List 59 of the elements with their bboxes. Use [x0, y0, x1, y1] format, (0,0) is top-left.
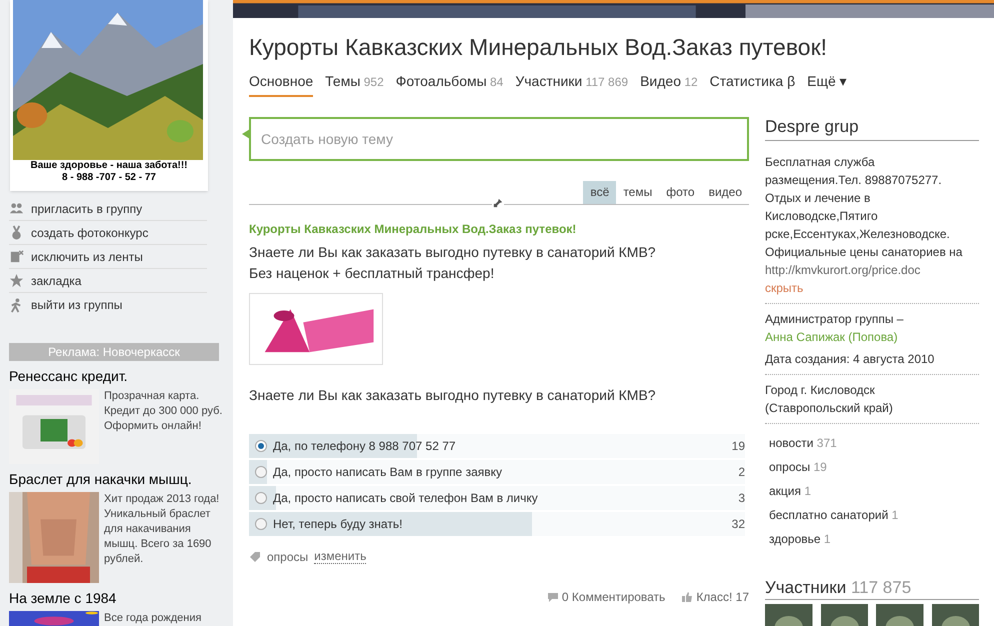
- topic-link[interactable]: акция 1: [769, 479, 979, 503]
- ad-title[interactable]: Ренессанс кредит.: [9, 368, 224, 384]
- ad-header: Реклама: Новочеркасск: [9, 343, 219, 361]
- group-action-link[interactable]: пригласить в группу: [9, 197, 207, 221]
- photo-phone: 8 - 988 -707 - 52 - 77: [61, 172, 157, 185]
- vote-count: 3: [738, 490, 745, 507]
- group-action-link[interactable]: исключить из ленты: [9, 245, 207, 269]
- ad-text: Все года рождения: [104, 611, 202, 626]
- group-action-link[interactable]: выйти из группы: [9, 293, 207, 317]
- ad-text: Прозрачная карта. Кредит до 300 000 руб. Оформить онлайн!: [104, 389, 224, 434]
- poll-option: Нет, теперь буду знать!: [273, 515, 402, 533]
- group-title: Курорты Кавказских Минеральных Вод.Заказ путевок!: [249, 33, 828, 62]
- vote-count: 2: [738, 464, 745, 481]
- nav-tab[interactable]: Участники 117 869: [515, 71, 628, 97]
- photo-caption: Ваше здоровье - наша забота!!!: [29, 160, 188, 172]
- vote-count: 32: [732, 516, 745, 533]
- edit-link[interactable]: изменить: [314, 550, 366, 564]
- topic-link[interactable]: опросы 19: [769, 455, 979, 479]
- group-action-link[interactable]: закладка: [9, 269, 207, 293]
- star-icon: [9, 273, 24, 288]
- new-topic-field[interactable]: Создать новую тему: [249, 117, 749, 161]
- post-text: Знаете ли Вы как заказать выгодно путевку в санаторий КМВ? Без наценок + бесплатный трансфер!: [249, 243, 657, 283]
- like-link[interactable]: Класс! 17: [681, 588, 749, 606]
- feed-filter[interactable]: фото: [659, 181, 702, 204]
- about-heading: Despre grup: [765, 117, 979, 141]
- speech-bubble-icon: [546, 591, 559, 603]
- nav-tab[interactable]: Статистика β: [710, 71, 796, 97]
- group-action-link[interactable]: создать фотоконкурс: [9, 221, 207, 245]
- thumbs-up-icon: [681, 591, 694, 603]
- comment-link[interactable]: 0 Комментировать: [546, 588, 666, 606]
- tag-icon: [249, 551, 261, 563]
- poll-question: Знаете ли Вы как заказать выгодно путевку в санаторий КМВ?: [249, 386, 657, 405]
- ad-text: Хит продаж 2013 года! Уникальный браслет для накачивания мышц. Всего за 1690 рублей.: [104, 492, 220, 567]
- nav-tab[interactable]: Фотоальбомы 84: [396, 71, 504, 97]
- city-info: Город г. Кисловодск (Ставропольский край): [765, 382, 894, 417]
- about-description: Бесплатная служба размещения.Тел. 89887075277. Отдых и лечение в Кисловодске,Пятиго рске,Ессентуках,Железноводске. Официальные цены санаториев на http://kmvkurort.org/price.doc: [765, 154, 964, 279]
- topic-link[interactable]: бесплатно санаторий 1: [769, 503, 979, 527]
- speech-tail-icon: [242, 129, 250, 139]
- topic-link[interactable]: здоровье 1: [769, 527, 979, 551]
- people-icon: [9, 201, 24, 216]
- nav-tab[interactable]: Основное: [249, 71, 314, 97]
- ad-title[interactable]: Браслет для накачки мышц.: [9, 471, 224, 487]
- topic-link[interactable]: новости 371: [769, 431, 979, 455]
- created-date: Дата создания: 4 августа 2010: [765, 351, 936, 368]
- vote-count: 19: [732, 438, 745, 455]
- nav-tab[interactable]: Видео 12: [640, 71, 698, 97]
- poll-option: Да, просто написать свой телефон Вам в личку: [273, 489, 538, 507]
- poll-option: Да, по телефону 8 988 707 52 77: [273, 437, 456, 455]
- feed-filter[interactable]: всё: [583, 181, 616, 204]
- feed-filter[interactable]: темы: [616, 181, 660, 204]
- document-cross-icon: [9, 249, 24, 264]
- nav-tab[interactable]: Ещё ▾: [807, 71, 847, 97]
- members-heading: Участники 117 875: [765, 577, 979, 600]
- poll-option: Да, просто написать Вам в группе заявку: [273, 463, 502, 481]
- ad-title[interactable]: На земле с 1984: [9, 590, 224, 606]
- admin-label: Администратор группы –: [765, 311, 904, 328]
- tag-label: опросы: [267, 549, 308, 566]
- nav-tab[interactable]: Темы 952: [325, 71, 384, 97]
- feed-filter[interactable]: видео: [702, 181, 749, 204]
